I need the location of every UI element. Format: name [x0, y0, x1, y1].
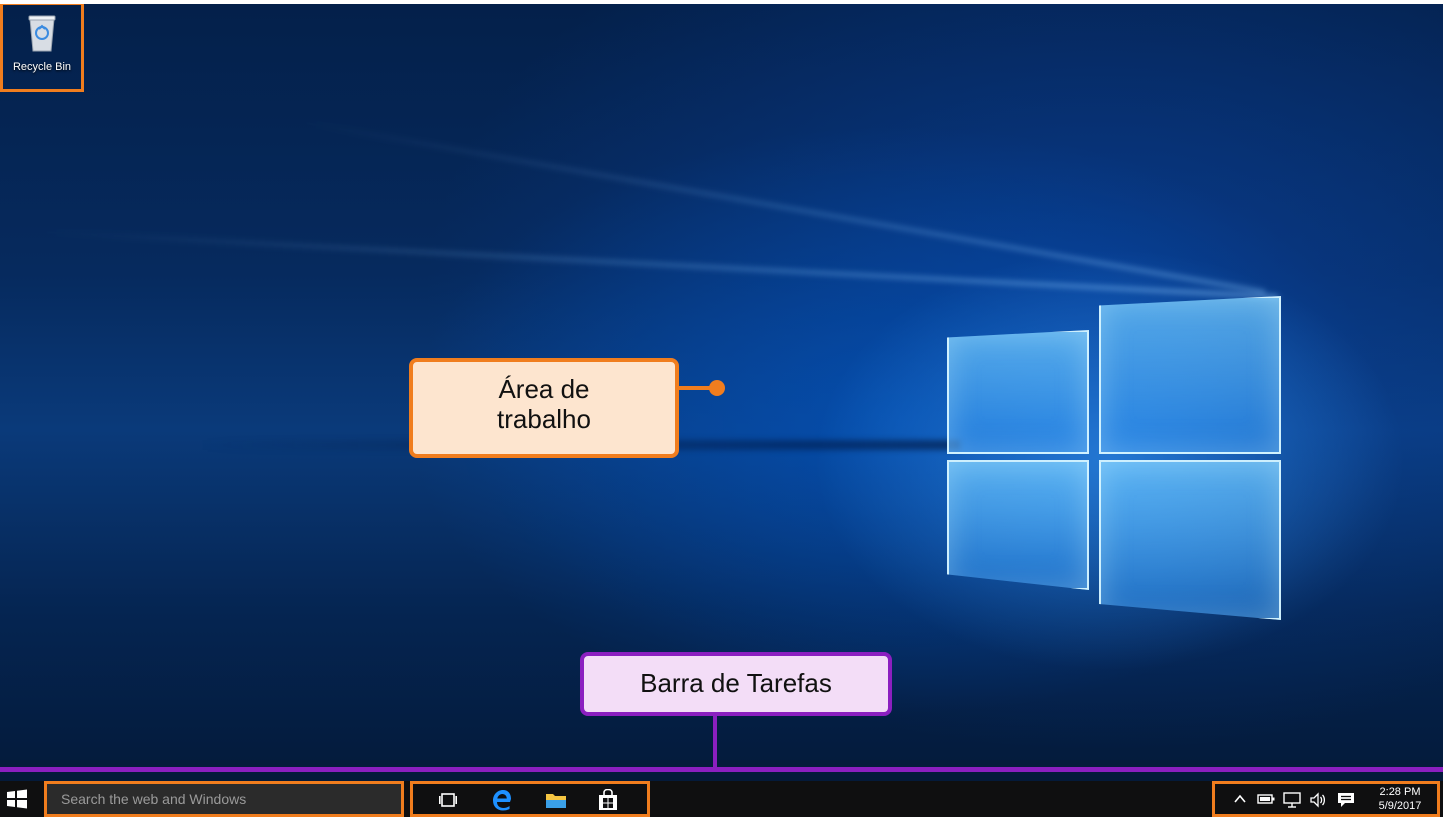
desktop-callout-connector — [679, 380, 725, 396]
network-icon[interactable] — [1283, 792, 1301, 810]
clock-date: 5/9/2017 — [1378, 800, 1422, 812]
clock-time: 2:28 PM — [1379, 786, 1421, 798]
logo-pane-bottom-left — [947, 460, 1089, 590]
recycle-bin-label: Recycle Bin — [12, 61, 72, 73]
store-icon[interactable] — [595, 788, 621, 812]
light-beam — [39, 230, 1279, 299]
desktop-callout: Área de trabalho — [409, 358, 679, 458]
pinned-apps — [410, 781, 650, 817]
search-placeholder: Search the web and Windows — [61, 791, 247, 807]
taskbar: Search the web and Windows 2:28 PM 5/9/2… — [0, 781, 1443, 817]
logo-pane-top-right — [1099, 296, 1281, 454]
task-view-icon[interactable] — [435, 788, 461, 812]
system-tray: 2:28 PM 5/9/2017 — [1212, 781, 1440, 817]
chevron-up-icon[interactable] — [1231, 792, 1249, 810]
logo-pane-top-left — [947, 330, 1089, 454]
taskbar-highlight-line — [0, 767, 1443, 772]
clock[interactable]: 2:28 PM 5/9/2017 — [1370, 785, 1430, 813]
logo-pane-bottom-right — [1099, 460, 1281, 620]
taskbar-callout: Barra de Tarefas — [580, 652, 892, 716]
action-center-icon[interactable] — [1337, 792, 1355, 810]
battery-icon[interactable] — [1257, 792, 1275, 810]
taskbar-callout-connector — [713, 716, 717, 770]
file-explorer-icon[interactable] — [543, 788, 569, 812]
desktop-area[interactable]: Recycle Bin Área de trabalho Barra de Ta… — [0, 0, 1443, 781]
recycle-bin-icon — [28, 15, 56, 52]
start-button[interactable] — [6, 789, 28, 809]
search-box[interactable]: Search the web and Windows — [44, 781, 404, 817]
top-frame-border — [0, 0, 1443, 4]
taskbar-callout-label: Barra de Tarefas — [640, 668, 832, 698]
desktop-callout-line1: Área de — [498, 374, 590, 404]
edge-icon[interactable] — [489, 788, 515, 812]
desktop-callout-line2: trabalho — [497, 404, 591, 434]
volume-icon[interactable] — [1309, 792, 1327, 810]
recycle-bin[interactable]: Recycle Bin — [0, 2, 84, 92]
